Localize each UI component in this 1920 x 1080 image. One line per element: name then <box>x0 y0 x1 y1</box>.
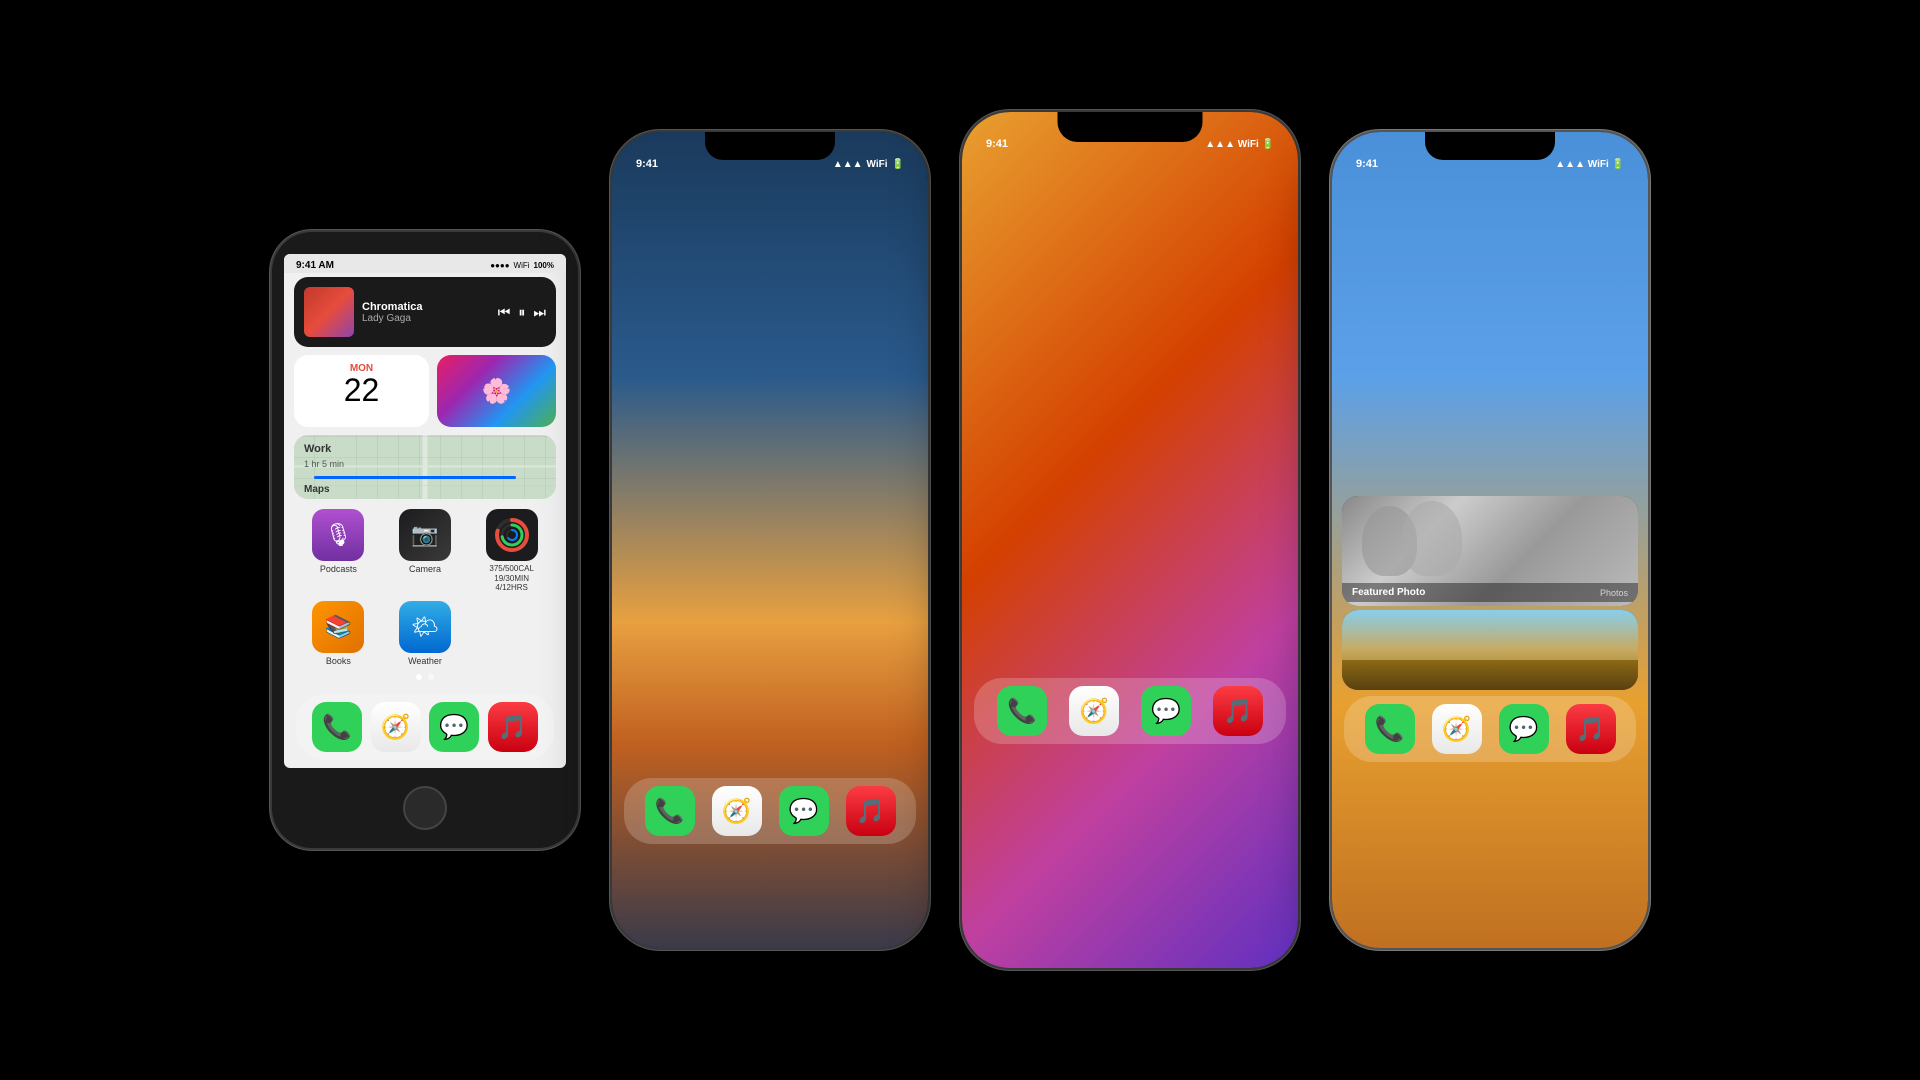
p4-music-dock[interactable]: 🎵 <box>1566 704 1616 754</box>
se-page-dots <box>284 668 566 686</box>
p4-screen: 9:41 ▲▲▲ WiFi 🔋 📹 FaceTime MON 22 <box>1332 132 1648 948</box>
se-time: 9:41 AM <box>296 260 334 271</box>
se-screen: 9:41 AM ●●●● WiFi 100% Chromatica Lady G… <box>284 254 566 768</box>
p3-music-dock[interactable]: 🎵 <box>1213 686 1263 736</box>
se-album-art <box>304 287 354 337</box>
se-weather-app[interactable]: 🌤 Weather <box>385 601 466 666</box>
p2-phone-dock[interactable]: 📞 <box>645 786 695 836</box>
p2-dock: 📞 🧭 💬 🎵 <box>624 778 916 844</box>
p4-featured-photo-widget[interactable]: Featured Photo Photos <box>1342 496 1638 606</box>
se-work-label: Work <box>304 443 331 455</box>
p4-time: 9:41 <box>1356 158 1378 170</box>
se-map-widget[interactable]: Work 1 hr 5 min Maps <box>294 435 556 499</box>
p2-notch <box>705 132 835 160</box>
p4-messages-dock[interactable]: 💬 <box>1499 704 1549 754</box>
se-music-widget[interactable]: Chromatica Lady Gaga ⏮⏸⏭ <box>294 277 556 347</box>
se-battery: 100% <box>534 261 554 270</box>
se-music-dock[interactable]: 🎵 <box>488 702 538 752</box>
se-song-title: Chromatica <box>362 301 490 313</box>
p4-phone-dock[interactable]: 📞 <box>1365 704 1415 754</box>
se-map-label: Maps <box>304 484 330 495</box>
p3-screen: 9:41 ▲▲▲ WiFi 🔋 MONDAY 22 Kickoff meetin… <box>962 112 1298 968</box>
phones-container: 9:41 AM ●●●● WiFi 100% Chromatica Lady G… <box>270 0 1650 1080</box>
se-podcasts-app[interactable]: 🎙 Podcasts <box>298 509 379 593</box>
p2-screen: 9:41 ▲▲▲ WiFi 🔋 San Francisco 61° Mostly… <box>612 132 928 948</box>
se-calendar-widget[interactable]: MON 22 <box>294 355 429 427</box>
se-phone-dock[interactable]: 📞 <box>312 702 362 752</box>
p3-phone-dock[interactable]: 📞 <box>997 686 1047 736</box>
p3-dock: 📞 🧭 💬 🎵 <box>974 678 1286 744</box>
iphone-se: 9:41 AM ●●●● WiFi 100% Chromatica Lady G… <box>270 230 580 850</box>
se-camera-app[interactable]: 📷 Camera <box>385 509 466 593</box>
p3-time: 9:41 <box>986 138 1008 150</box>
se-dock: 📞 🧭 💬 🎵 <box>296 694 554 760</box>
se-books-app[interactable]: 📚 Books <box>298 601 379 666</box>
iphone-12-pro: 9:41 ▲▲▲ WiFi 🔋 📹 FaceTime MON 22 <box>1330 130 1650 950</box>
se-messages-dock[interactable]: 💬 <box>429 702 479 752</box>
se-home-button[interactable] <box>403 786 447 830</box>
p2-time: 9:41 <box>636 158 658 170</box>
p2-safari-dock[interactable]: 🧭 <box>712 786 762 836</box>
p4-dock: 📞 🧭 💬 🎵 <box>1344 696 1636 762</box>
se-cal-date: 22 <box>344 374 380 406</box>
iphone-12-colored: 9:41 ▲▲▲ WiFi 🔋 MONDAY 22 Kickoff meetin… <box>960 110 1300 970</box>
p3-messages-dock[interactable]: 💬 <box>1141 686 1191 736</box>
se-activity-app[interactable]: 375/500CAL19/30MIN4/12HRS <box>471 509 552 593</box>
se-work-eta: 1 hr 5 min <box>304 459 344 469</box>
p2-messages-dock[interactable]: 💬 <box>779 786 829 836</box>
p4-landscape-widget <box>1342 610 1638 690</box>
p3-wallpaper <box>962 112 1298 968</box>
se-song-artist: Lady Gaga <box>362 313 490 324</box>
se-photos-widget[interactable]: 🌸 <box>437 355 556 427</box>
p4-featured-photo-label: Featured Photo <box>1352 587 1425 598</box>
p4-photos-label: Photos <box>1600 588 1628 598</box>
se-safari-dock[interactable]: 🧭 <box>371 702 421 752</box>
p4-safari-dock[interactable]: 🧭 <box>1432 704 1482 754</box>
p3-safari-dock[interactable]: 🧭 <box>1069 686 1119 736</box>
p2-music-dock[interactable]: 🎵 <box>846 786 896 836</box>
iphone-12-promax: 9:41 ▲▲▲ WiFi 🔋 San Francisco 61° Mostly… <box>610 130 930 950</box>
